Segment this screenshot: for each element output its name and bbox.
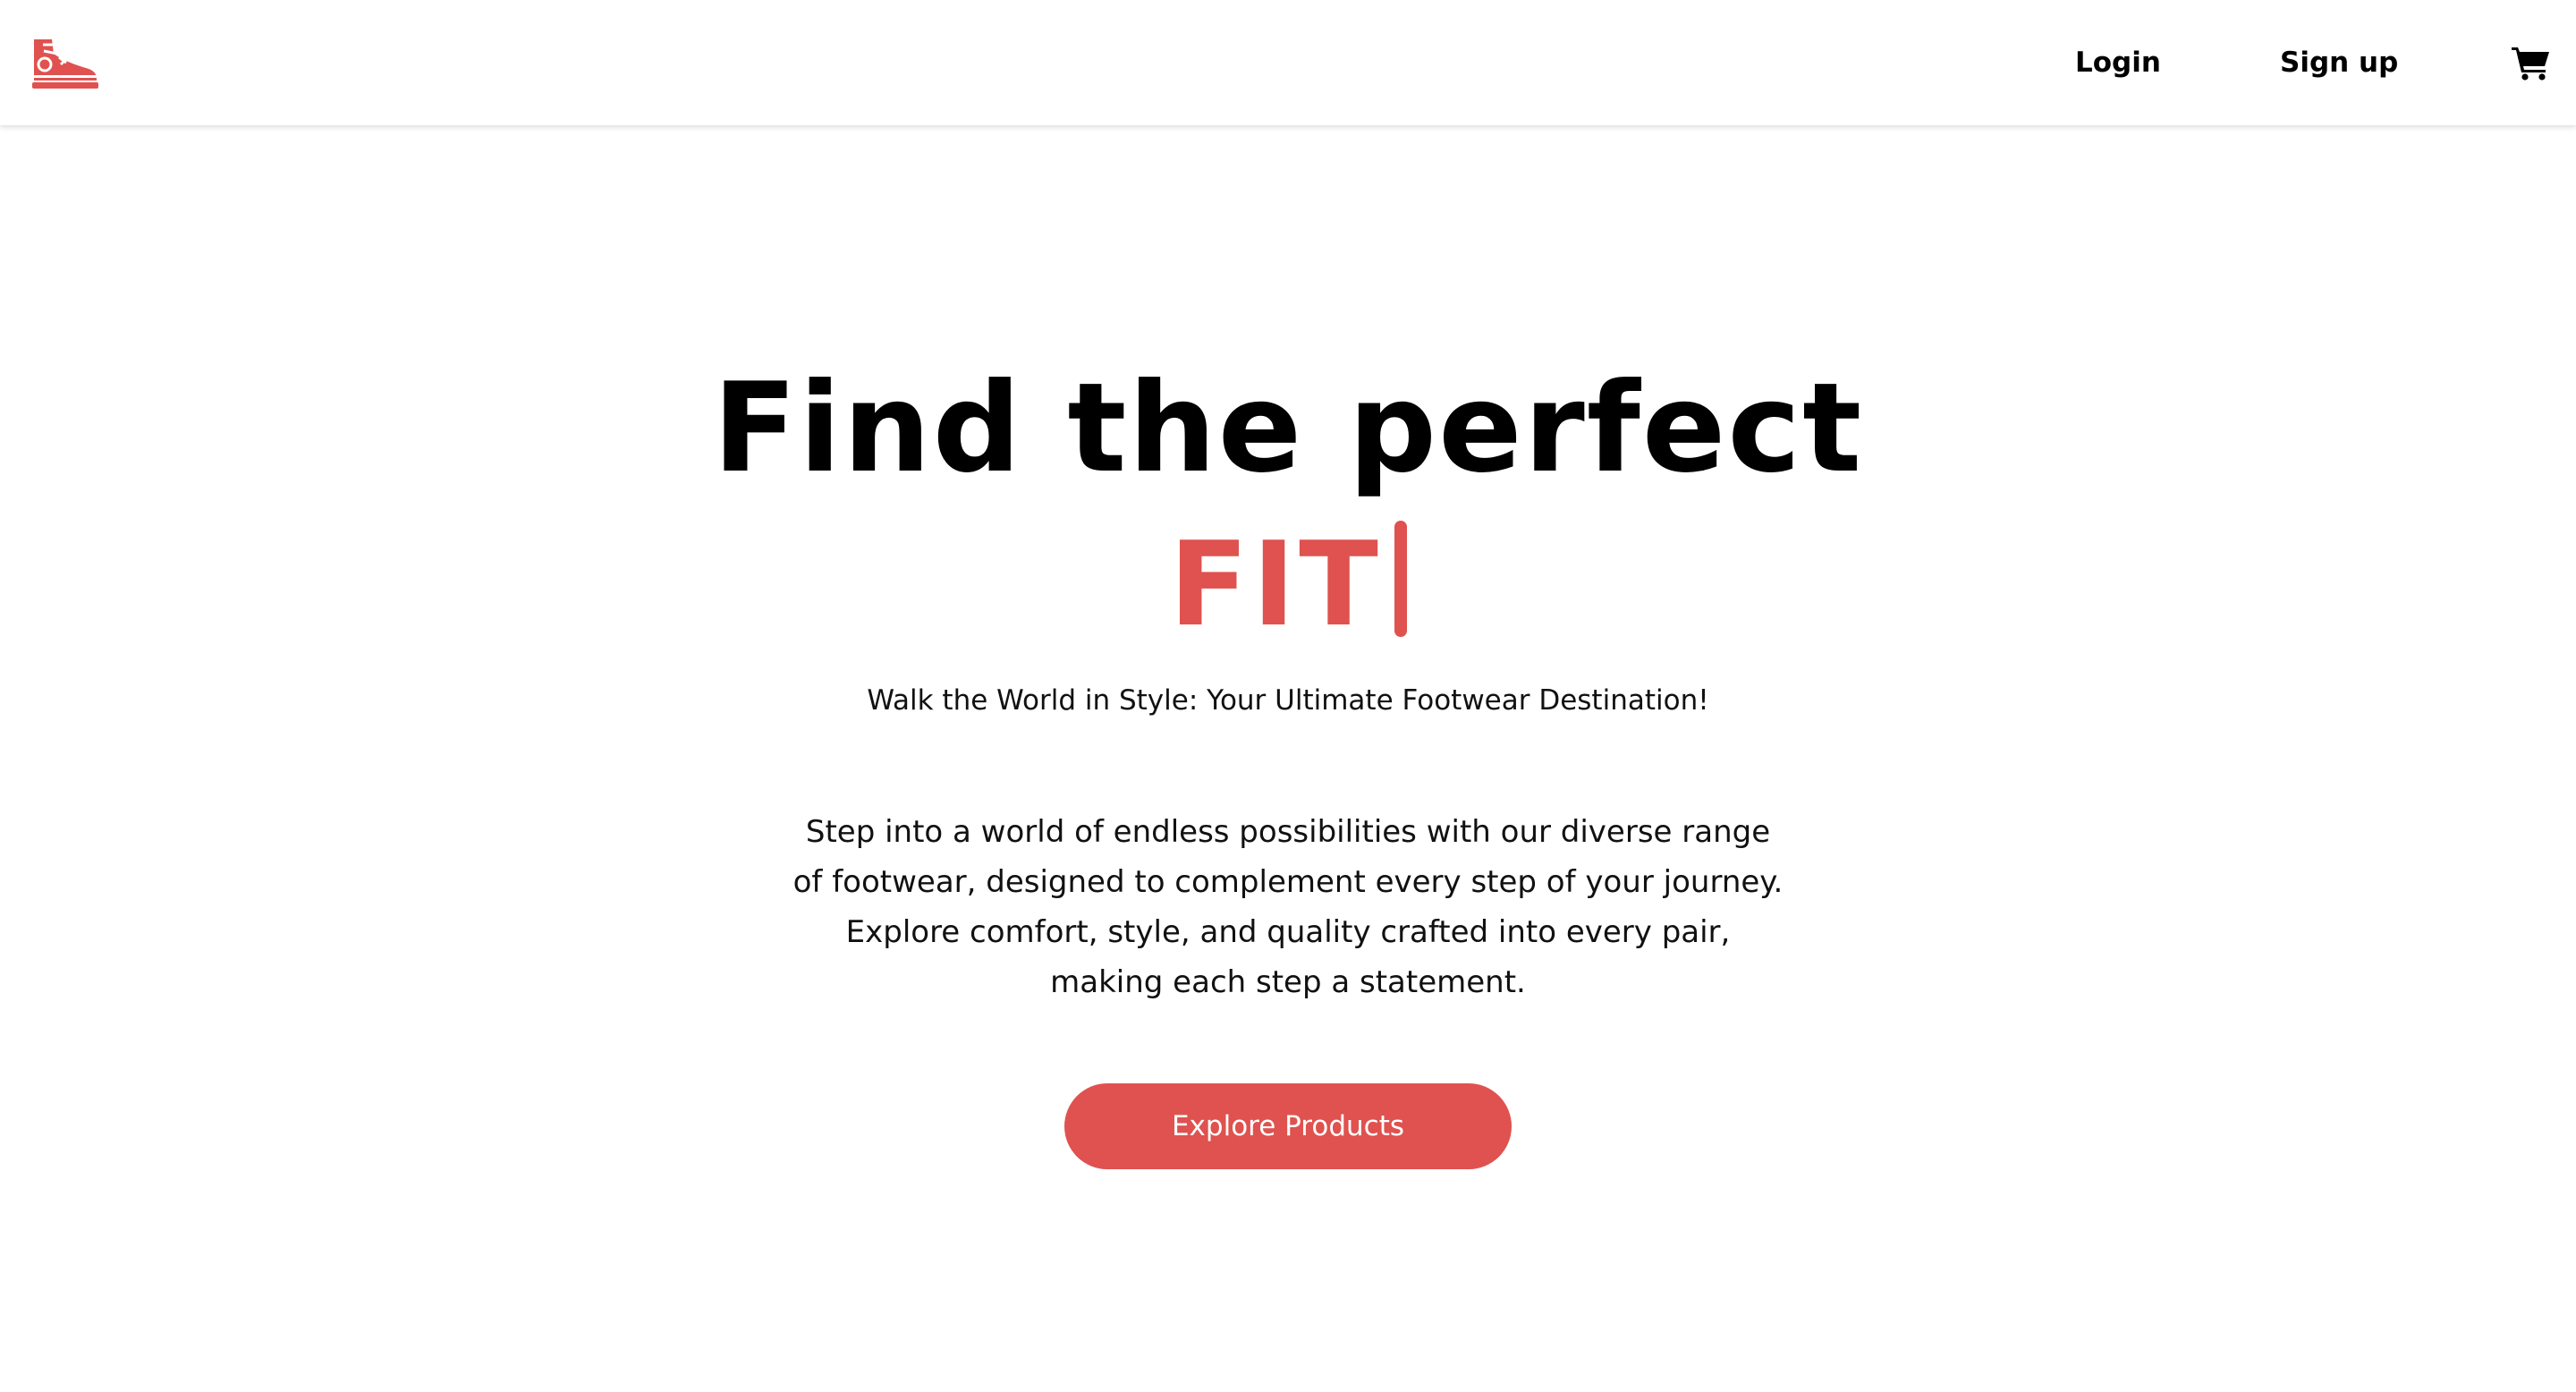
sneaker-icon xyxy=(32,39,98,89)
signup-link[interactable]: Sign up xyxy=(2280,38,2398,88)
hero-description: Step into a world of endless possibiliti… xyxy=(792,814,1784,1000)
hero-section: Find the perfect FIT Walk the World in S… xyxy=(0,125,2576,1392)
sneaker-logo-icon[interactable] xyxy=(30,36,98,89)
shopping-cart-icon[interactable] xyxy=(2512,45,2551,81)
typed-word-line: FIT xyxy=(0,513,2576,656)
hero-tagline: Walk the World in Style: Your Ultimate F… xyxy=(867,684,1709,717)
cart-glyph-icon xyxy=(2512,47,2549,81)
explore-products-button[interactable]: Explore Products xyxy=(1064,1083,1512,1169)
hero-headline: Find the perfect xyxy=(712,356,1864,500)
top-navbar: Login Sign up xyxy=(0,0,2576,125)
typing-cursor xyxy=(1394,521,1407,637)
login-link[interactable]: Login xyxy=(2075,38,2161,88)
typed-word: FIT xyxy=(1169,516,1382,652)
